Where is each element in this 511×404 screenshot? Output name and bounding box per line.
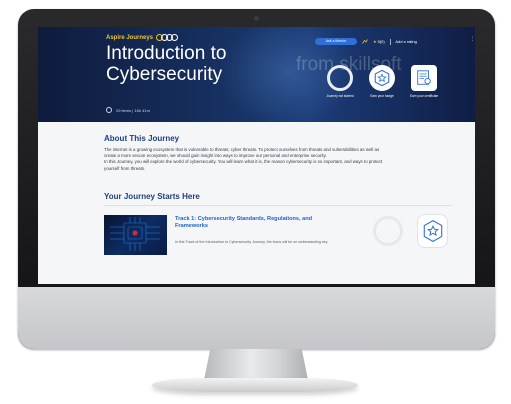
track-thumbnail[interactable] — [104, 215, 167, 255]
ask-mentor-button[interactable]: Ask a Mentor — [315, 38, 357, 45]
about-paragraph-2: In this Journey, you will explore the wo… — [104, 159, 383, 171]
badge-star-icon — [369, 65, 395, 91]
monitor-chin — [18, 287, 495, 349]
certificate-icon — [411, 65, 437, 91]
track-progress-ring — [373, 216, 403, 246]
brand-logo[interactable]: Aspire Journeys — [106, 34, 179, 41]
milestone-certificate[interactable]: Earn your certificate — [404, 65, 444, 98]
milestone-label: Earn your badge — [370, 94, 394, 98]
info-icon — [106, 107, 112, 113]
rating-value: 5(0) — [377, 39, 385, 44]
journey-heading: Your Journey Starts Here — [104, 192, 200, 201]
track-description: In this Track of the Introduction to Cyb… — [175, 240, 328, 244]
toolbar-divider — [389, 38, 391, 45]
add-rating-link[interactable]: Add a rating — [395, 39, 417, 44]
rating-display: ★5(0) — [373, 39, 385, 44]
journey-body: About This Journey The internet is a gro… — [38, 122, 475, 284]
page-title-line2: Cybersecurity — [106, 64, 223, 85]
milestone-badge[interactable]: Earn your badge — [362, 65, 402, 98]
hero-toolbar: ★5(0) Add a rating — [362, 37, 422, 46]
milestone-label: Journey not started — [326, 94, 354, 98]
about-paragraph-1: The internet is a growing ecosystem that… — [104, 147, 380, 159]
journey-hero: Aspire Journeys Introduction to Cybersec… — [38, 27, 475, 122]
brand-name: Aspire Journeys — [106, 34, 154, 41]
star-icon: ★ — [373, 39, 377, 44]
brand-rings-icon — [156, 34, 179, 41]
track-title-link[interactable]: Track 1: Cybersecurity Standards, Regula… — [175, 216, 325, 230]
about-description: The internet is a growing ecosystem that… — [104, 147, 386, 172]
milestone-journey-status: Journey not started — [320, 65, 360, 98]
journey-meta-text: 29 items | 16h 41m — [116, 107, 150, 113]
monitor-stand-neck — [204, 349, 308, 380]
about-heading: About This Journey — [104, 134, 180, 143]
journey-meta: 29 items | 16h 41m — [106, 107, 150, 113]
page-title-line1: Introduction to — [106, 43, 227, 64]
progress-ring — [327, 65, 353, 91]
section-divider — [104, 205, 452, 206]
share-icon[interactable] — [362, 38, 368, 45]
camera-dot — [254, 16, 259, 21]
more-icon[interactable]: ⋮ — [470, 36, 475, 42]
monitor-stand-base — [152, 378, 358, 392]
track-badge-icon[interactable] — [417, 214, 448, 248]
screen: Aspire Journeys Introduction to Cybersec… — [38, 27, 475, 284]
milestone-label: Earn your certificate — [409, 94, 439, 98]
page-title: Introduction to Cybersecurity — [106, 43, 266, 85]
track-card[interactable]: Track 1: Cybersecurity Standards, Regula… — [104, 212, 452, 255]
